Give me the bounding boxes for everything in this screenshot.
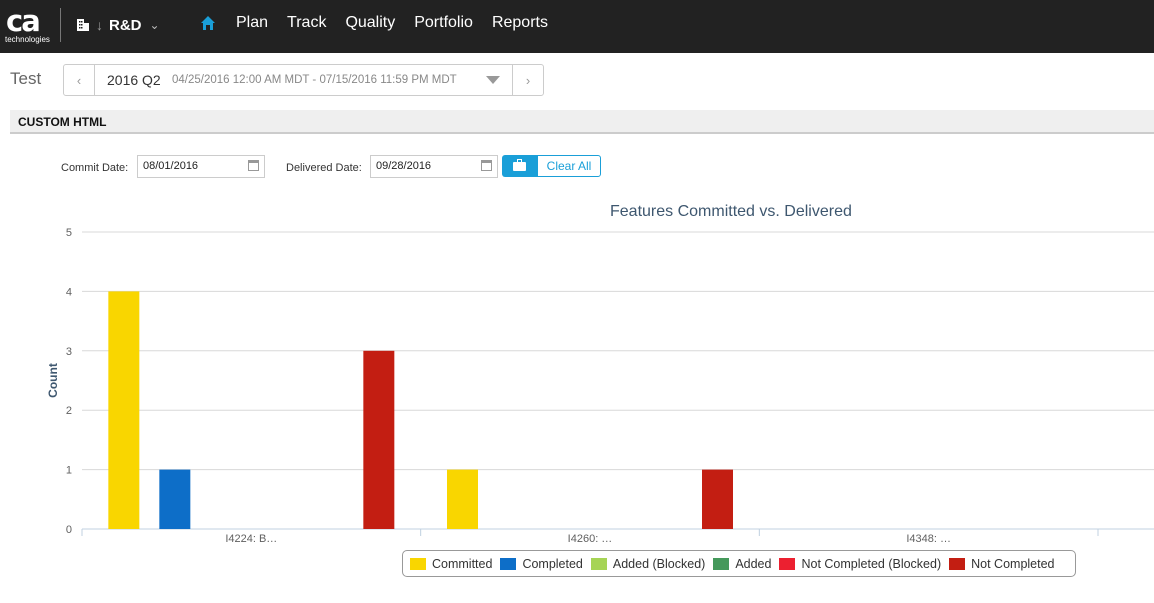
previous-timebox-button[interactable]: ‹	[64, 65, 95, 95]
legend-label: Not Completed	[971, 556, 1055, 571]
calendar-icon[interactable]	[481, 160, 492, 171]
legend-swatch	[779, 557, 796, 570]
building-icon	[77, 19, 89, 31]
timebox-range: 04/25/2016 12:00 AM MDT - 07/15/2016 11:…	[172, 74, 457, 86]
legend-label: Committed	[432, 556, 493, 571]
chart-legend: Committed Completed Added (Blocked) Added No…	[402, 550, 1076, 577]
ca-logo[interactable]: ca technologies	[2, 4, 54, 46]
chart-plot: 0 1 2 3 4 5 Count I4224: B… I4260: … I4348: …	[46, 227, 1154, 545]
top-nav-bar: ca technologies ↓ R&D ⌄ Plan Track Quali…	[0, 0, 1154, 53]
nav-quality[interactable]: Quality	[345, 14, 395, 32]
delivered-date-label: Delivered Date:	[286, 162, 362, 174]
y-tick-label: 1	[66, 465, 72, 477]
workspace-name: R&D	[109, 16, 142, 34]
y-axis-title: Count	[46, 363, 60, 398]
chevron-down-icon: ⌄	[149, 18, 160, 32]
briefcase-icon	[513, 162, 526, 171]
x-tick-label: I4224: B…	[225, 533, 277, 545]
timebox-name: 2016 Q2	[107, 72, 161, 88]
main-nav: Plan Track Quality Portfolio Reports	[200, 14, 567, 32]
date-filters: Commit Date: 08/01/2016 Delivered Date: …	[0, 153, 1154, 179]
legend-label: Added (Blocked)	[612, 556, 706, 571]
nav-track[interactable]: Track	[287, 14, 326, 32]
workspace-picker[interactable]: ↓ R&D ⌄	[76, 14, 160, 36]
commit-date-label: Commit Date:	[61, 162, 129, 174]
bar-not_completed	[702, 469, 733, 529]
delivered-date-field[interactable]: 09/28/2016	[370, 155, 498, 178]
y-tick-label: 4	[66, 286, 72, 298]
legend-item[interactable]: Completed	[500, 556, 583, 571]
y-tick-label: 5	[66, 227, 72, 239]
y-tick-label: 0	[66, 524, 72, 536]
y-tick-label: 3	[66, 346, 72, 358]
next-timebox-button[interactable]: ›	[512, 65, 543, 95]
legend-swatch	[949, 557, 966, 570]
nav-plan[interactable]: Plan	[236, 14, 268, 32]
legend-swatch	[713, 557, 730, 570]
legend-label: Added	[735, 556, 772, 571]
legend-label: Completed	[522, 556, 583, 571]
bar-completed	[159, 469, 191, 529]
calendar-icon[interactable]	[248, 160, 259, 171]
logo-mark: ca	[6, 4, 41, 38]
chevron-left-icon: ‹	[76, 72, 82, 88]
down-arrow-icon: ↓	[96, 17, 103, 33]
legend-swatch	[590, 557, 607, 570]
timebox-label: Test	[10, 69, 42, 88]
nav-portfolio[interactable]: Portfolio	[414, 14, 473, 32]
legend-label: Not Completed (Blocked)	[801, 556, 942, 571]
commit-date-value: 08/01/2016	[143, 160, 199, 172]
home-icon[interactable]	[200, 15, 216, 31]
bar-committed	[108, 291, 140, 529]
features-chart: Features Committed vs. Delivered 012345C…	[0, 190, 1154, 603]
logo-subtext: technologies	[5, 35, 50, 44]
legend-item[interactable]: Added	[713, 557, 771, 571]
delivered-date-value: 09/28/2016	[376, 160, 432, 172]
timebox-picker[interactable]: ‹ 2016 Q2 04/25/2016 12:00 AM MDT - 07/1…	[63, 64, 544, 96]
legend-item[interactable]: Committed	[410, 557, 492, 571]
legend-swatch	[410, 557, 426, 570]
legend-item[interactable]: Not Completed (Blocked)	[779, 557, 941, 571]
clear-all-button[interactable]: Clear All	[537, 155, 601, 177]
nav-divider	[60, 8, 61, 42]
dropdown-caret-icon[interactable]	[486, 76, 500, 84]
legend-swatch	[500, 557, 517, 570]
legend-item[interactable]: Not Completed	[949, 556, 1055, 571]
x-tick-label: I4348: …	[906, 533, 951, 545]
nav-reports[interactable]: Reports	[492, 14, 548, 32]
chevron-right-icon: ›	[525, 72, 531, 88]
apply-filter-button[interactable]	[502, 155, 537, 177]
commit-date-field[interactable]: 08/01/2016	[137, 155, 265, 178]
x-tick-label: I4260: …	[568, 533, 613, 545]
section-title: CUSTOM HTML	[18, 115, 107, 129]
bar-committed	[447, 469, 478, 529]
y-tick-label: 2	[66, 405, 72, 417]
bar-not_completed	[363, 350, 395, 529]
app-section-header: CUSTOM HTML	[10, 110, 1154, 134]
timebox-bar: Test ‹ 2016 Q2 04/25/2016 12:00 AM MDT -…	[0, 64, 1154, 98]
legend-item[interactable]: Added (Blocked)	[590, 556, 706, 571]
